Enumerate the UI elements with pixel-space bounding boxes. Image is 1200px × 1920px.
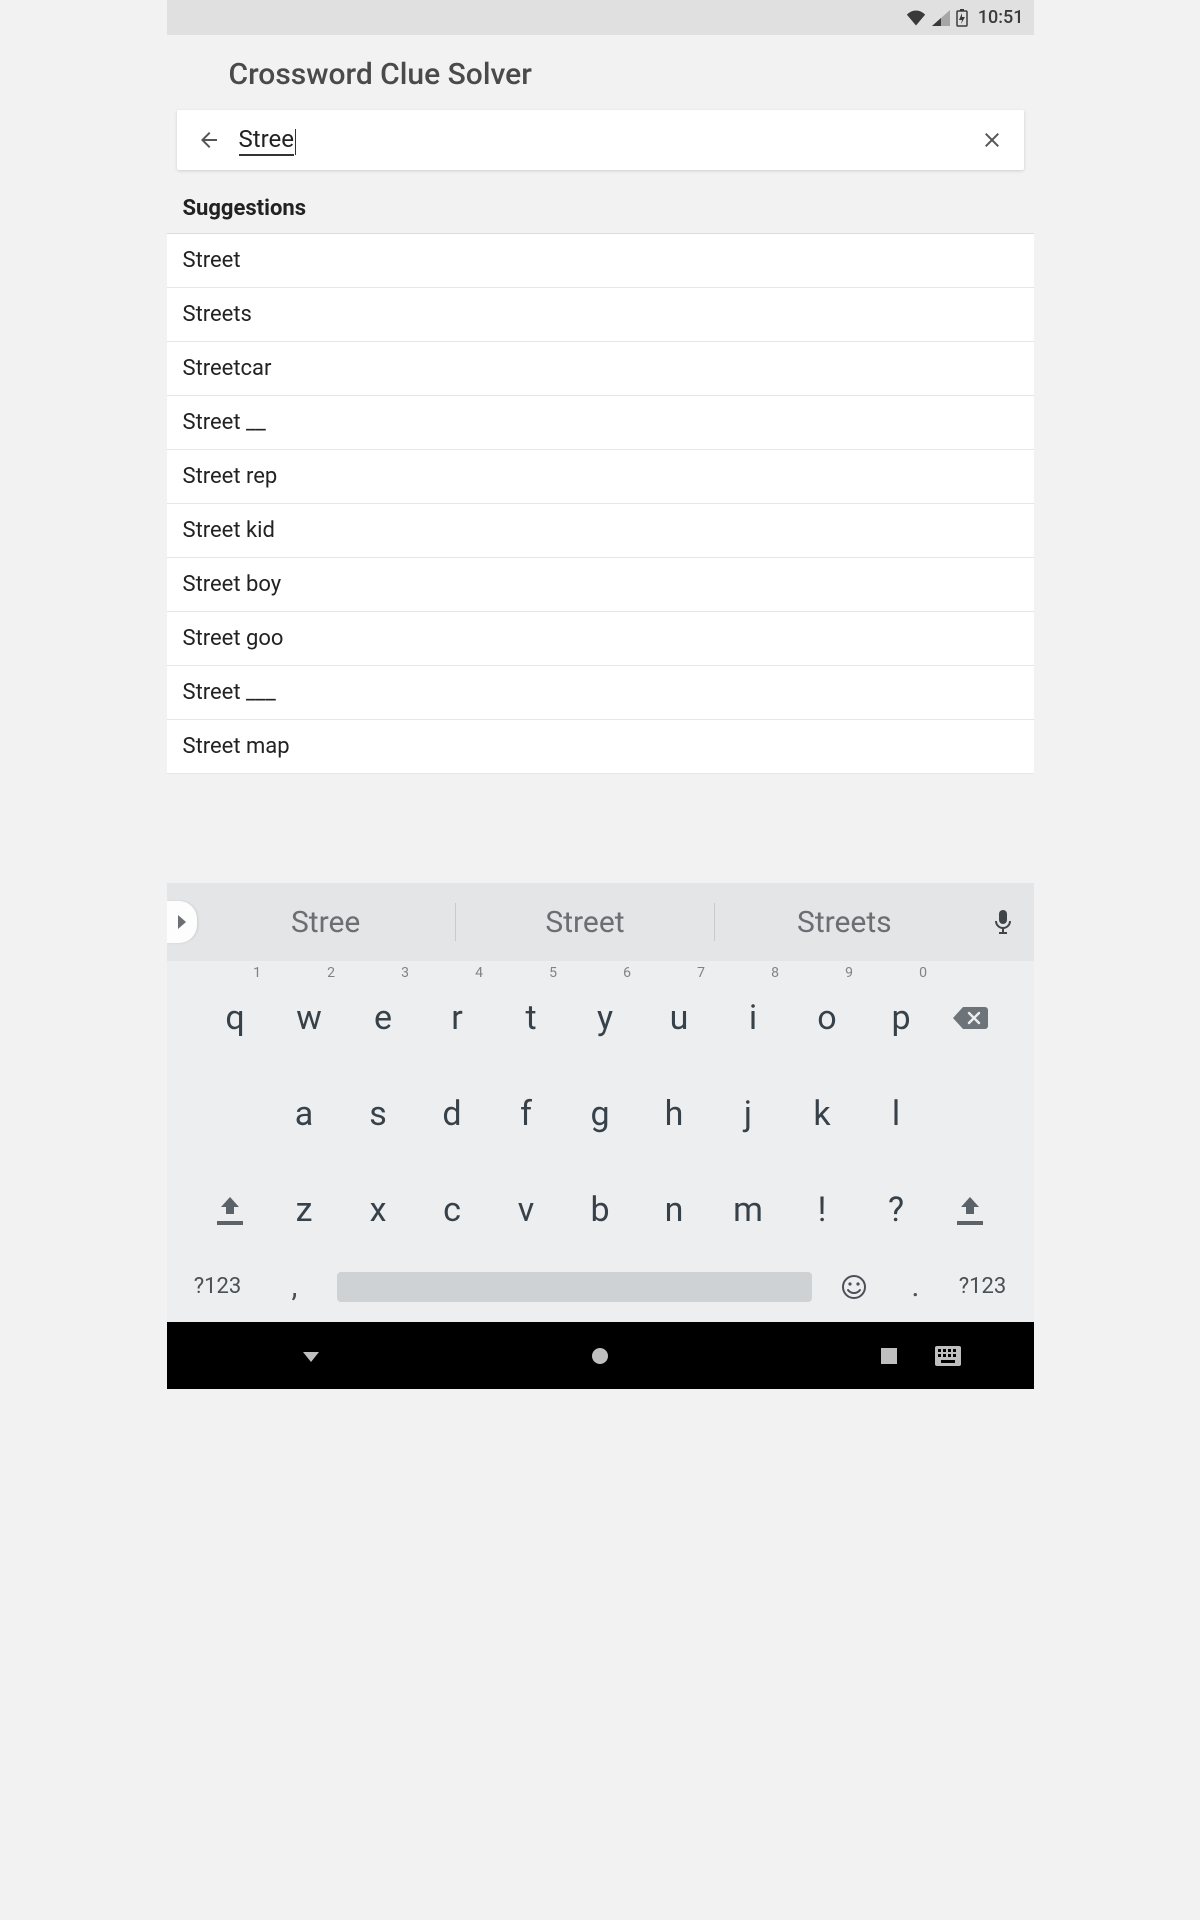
key-l[interactable]: l	[864, 1077, 928, 1151]
battery-charging-icon	[956, 9, 968, 27]
key-z[interactable]: z	[272, 1173, 336, 1247]
arrow-left-icon	[197, 128, 221, 152]
soft-keyboard: Stree Street Streets 1q 2w 3e 4r 5t 6y 7…	[167, 883, 1034, 1322]
keyboard-row-bottom: ?123 , . ?123	[173, 1269, 1028, 1304]
suggestion-item[interactable]: Street	[167, 234, 1034, 288]
key-k[interactable]: k	[790, 1077, 854, 1151]
key-s[interactable]: s	[346, 1077, 410, 1151]
key-symbols-right[interactable]: ?123	[948, 1274, 1018, 1299]
key-backspace[interactable]	[943, 1005, 997, 1031]
key-period[interactable]: .	[896, 1269, 936, 1304]
search-card: Stree	[177, 110, 1024, 170]
text-caret	[295, 129, 296, 155]
prediction-2[interactable]: Street	[456, 905, 714, 940]
circle-icon	[588, 1344, 612, 1368]
keyboard-icon	[934, 1345, 962, 1367]
status-bar: 10:51	[167, 0, 1034, 35]
suggestions-list: Street Streets Streetcar Street __ Stree…	[167, 234, 1034, 774]
suggestion-item[interactable]: Street kid	[167, 504, 1034, 558]
suggestion-item[interactable]: Street rep	[167, 450, 1034, 504]
key-r[interactable]: 4r	[425, 981, 489, 1055]
key-i[interactable]: 8i	[721, 981, 785, 1055]
key-f[interactable]: f	[494, 1077, 558, 1151]
key-d[interactable]: d	[420, 1077, 484, 1151]
app-header: Crossword Clue Solver	[167, 35, 1034, 110]
nav-ime-button[interactable]	[888, 1345, 1008, 1367]
shift-icon	[959, 1195, 981, 1217]
suggestion-item[interactable]: Streets	[167, 288, 1034, 342]
key-y[interactable]: 6y	[573, 981, 637, 1055]
suggestion-item[interactable]: Street boy	[167, 558, 1034, 612]
key-a[interactable]: a	[272, 1077, 336, 1151]
keyboard-row-1: 1q 2w 3e 4r 5t 6y 7u 8i 9o 0p	[173, 981, 1028, 1055]
key-x[interactable]: x	[346, 1173, 410, 1247]
key-g[interactable]: g	[568, 1077, 632, 1151]
cell-signal-icon	[932, 10, 950, 26]
prediction-3[interactable]: Streets	[715, 905, 973, 940]
suggestion-item[interactable]: Street map	[167, 720, 1034, 774]
keyboard-row-2: a s d f g h j k l	[173, 1077, 1028, 1151]
emoji-icon	[840, 1273, 868, 1301]
chevron-right-icon	[175, 913, 189, 931]
nav-back-button[interactable]	[251, 1344, 371, 1368]
key-v[interactable]: v	[494, 1173, 558, 1247]
key-shift-left[interactable]	[198, 1173, 262, 1247]
shift-icon	[219, 1195, 241, 1217]
navigation-bar	[167, 1322, 1034, 1389]
search-input-wrap[interactable]: Stree	[229, 125, 972, 156]
suggestions-header: Suggestions	[167, 178, 1034, 234]
key-exclaim[interactable]: !	[790, 1173, 854, 1247]
microphone-icon	[994, 909, 1012, 935]
key-q[interactable]: 1q	[203, 981, 267, 1055]
triangle-down-icon	[299, 1344, 323, 1368]
back-button[interactable]	[189, 128, 229, 152]
key-symbols-left[interactable]: ?123	[183, 1274, 253, 1299]
clear-button[interactable]	[972, 128, 1012, 152]
app-title: Crossword Clue Solver	[229, 57, 1004, 92]
key-j[interactable]: j	[716, 1077, 780, 1151]
key-h[interactable]: h	[642, 1077, 706, 1151]
suggestion-item[interactable]: Streetcar	[167, 342, 1034, 396]
key-b[interactable]: b	[568, 1173, 632, 1247]
search-input[interactable]: Stree	[239, 125, 294, 153]
keyboard-expand-button[interactable]	[167, 901, 197, 943]
key-u[interactable]: 7u	[647, 981, 711, 1055]
key-t[interactable]: 5t	[499, 981, 563, 1055]
microphone-button[interactable]	[973, 909, 1033, 935]
key-e[interactable]: 3e	[351, 981, 415, 1055]
suggestion-item[interactable]: Street __	[167, 396, 1034, 450]
key-w[interactable]: 2w	[277, 981, 341, 1055]
key-o[interactable]: 9o	[795, 981, 859, 1055]
close-icon	[980, 128, 1004, 152]
suggestion-item[interactable]: Street goo	[167, 612, 1034, 666]
key-shift-right[interactable]	[938, 1173, 1002, 1247]
key-c[interactable]: c	[420, 1173, 484, 1247]
backspace-icon	[951, 1005, 989, 1031]
prediction-1[interactable]: Stree	[197, 905, 455, 940]
clock-text: 10:51	[978, 7, 1024, 28]
keyboard-prediction-bar: Stree Street Streets	[167, 883, 1034, 961]
key-n[interactable]: n	[642, 1173, 706, 1247]
key-comma[interactable]: ,	[265, 1269, 325, 1304]
keyboard-row-3: z x c v b n m ! ?	[173, 1173, 1028, 1247]
nav-home-button[interactable]	[540, 1344, 660, 1368]
wifi-icon	[906, 10, 926, 26]
key-space[interactable]	[337, 1272, 812, 1302]
key-question[interactable]: ?	[864, 1173, 928, 1247]
key-emoji[interactable]	[824, 1273, 884, 1301]
key-p[interactable]: 0p	[869, 981, 933, 1055]
suggestion-item[interactable]: Street ___	[167, 666, 1034, 720]
key-m[interactable]: m	[716, 1173, 780, 1247]
